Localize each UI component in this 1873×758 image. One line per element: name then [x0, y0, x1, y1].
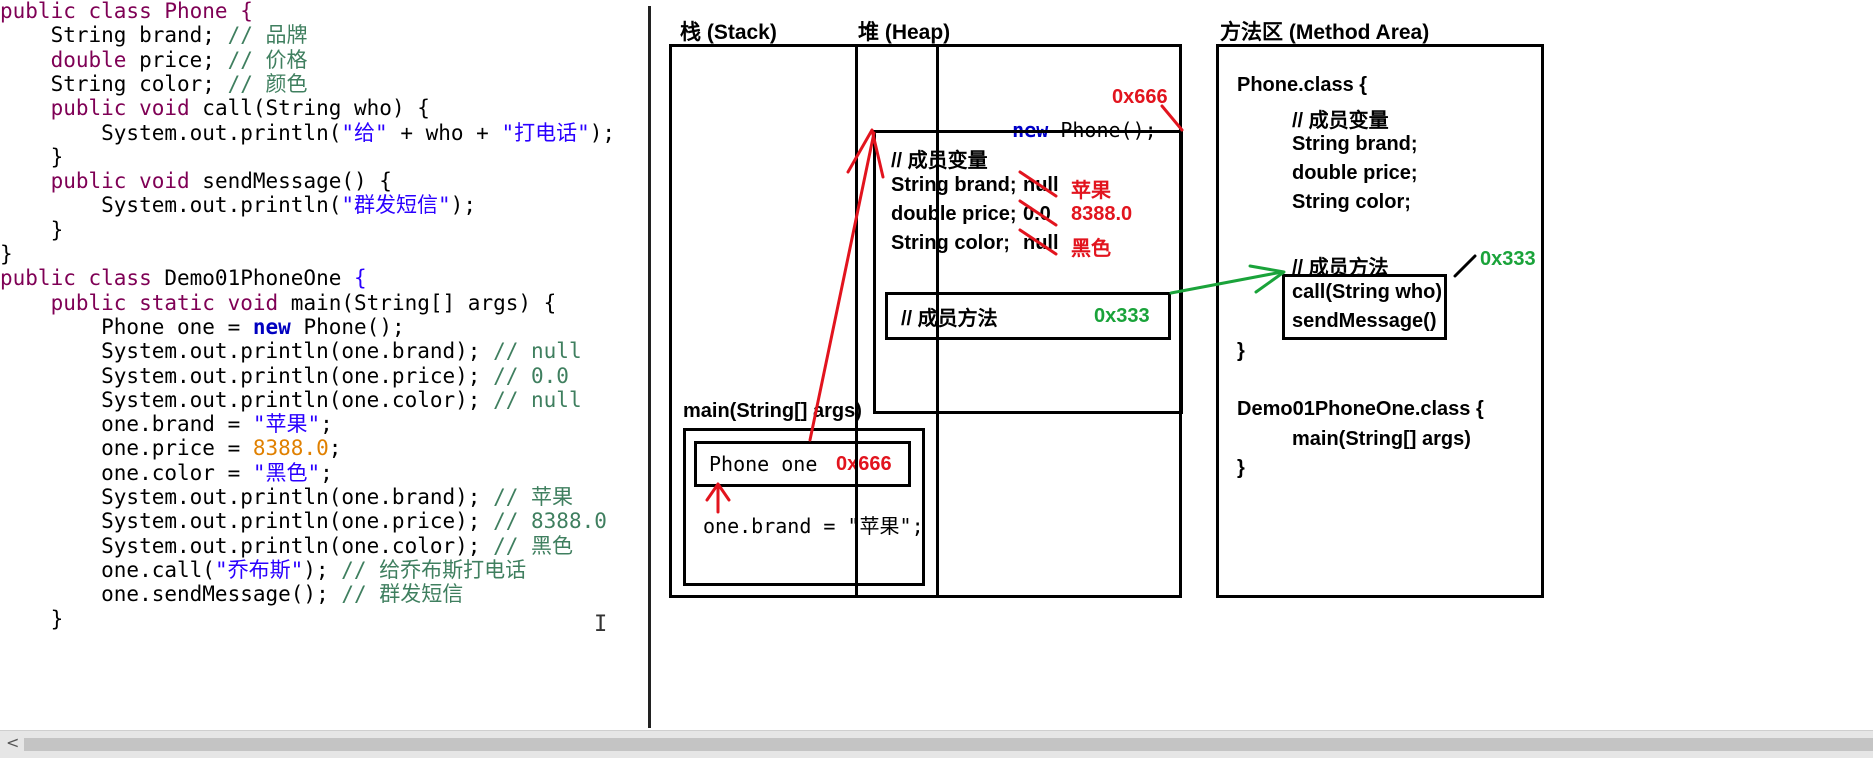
code-token: ;: [320, 412, 333, 437]
code-token: }: [0, 217, 64, 242]
strike-color: [1018, 228, 1058, 256]
strike-brand: [1018, 170, 1058, 198]
reference-arrow-line: [808, 131, 876, 442]
code-token: "黑色": [252, 460, 321, 485]
code-token: System.out.println(: [0, 120, 342, 145]
code-token: }: [0, 144, 64, 169]
code-token: }: [0, 242, 13, 266]
code-token: "群发短信": [341, 193, 451, 218]
code-token: // 0.0: [493, 363, 569, 388]
code-token: // 给乔布斯打电话: [341, 557, 527, 582]
code-token: double: [0, 47, 127, 72]
code-line: }: [0, 605, 64, 634]
code-token: public class Phone {: [0, 0, 253, 23]
code-token: public static void: [0, 290, 279, 315]
code-editor[interactable]: public class Phone { String brand; // 品牌…: [0, 0, 648, 730]
code-token: // 苹果: [493, 485, 574, 509]
code-token: System.out.println(one.color);: [0, 387, 494, 412]
code-token: call(String who) {: [189, 96, 430, 121]
code-token: "给": [341, 120, 388, 145]
code-token: // 黑色: [493, 533, 574, 558]
code-token: // 品牌: [227, 23, 308, 48]
code-token: one.sendMessage();: [0, 582, 342, 607]
code-token: // 8388.0: [493, 509, 607, 534]
scroll-thumb[interactable]: [24, 738, 1873, 751]
code-line: System.out.println("群发短信");: [0, 191, 476, 220]
code-token: one.color =: [0, 460, 253, 485]
diagram-arrows: [705, 104, 1477, 514]
code-token: System.out.println(one.brand);: [0, 485, 494, 509]
code-line: one.sendMessage(); // 群发短信: [0, 580, 463, 609]
code-token: one.price =: [0, 436, 253, 461]
strike-price: [1018, 199, 1058, 227]
code-token: // 群发短信: [341, 582, 464, 607]
code-token: );: [589, 120, 616, 145]
horizontal-scrollbar[interactable]: <: [0, 730, 1873, 758]
address-tick: [1160, 104, 1184, 132]
code-token: String color;: [0, 71, 228, 96]
code-token: // null: [493, 387, 582, 412]
code-token: new: [252, 314, 291, 339]
text-cursor-icon: I: [594, 612, 608, 637]
code-token: );: [303, 557, 342, 582]
memory-diagram: 栈 (Stack) main(String[] args) Phone one …: [651, 0, 1873, 730]
scroll-left-icon[interactable]: <: [6, 733, 19, 752]
code-token: );: [450, 193, 476, 218]
code-token: System.out.println(: [0, 193, 342, 218]
code-token: one.brand =: [0, 412, 253, 437]
code-token: // null: [493, 339, 582, 364]
code-token: ;: [328, 436, 342, 461]
code-token: ;: [320, 460, 333, 485]
code-token: public void: [0, 96, 190, 121]
code-token: price;: [126, 47, 228, 72]
code-token: System.out.println(one.brand);: [0, 339, 494, 364]
code-token: // 颜色: [227, 71, 308, 96]
code-token: {: [354, 266, 367, 291]
method-ref-arrow-line: [1169, 270, 1284, 295]
code-token: "乔布斯": [214, 557, 304, 582]
code-token: "打电话": [501, 120, 590, 145]
code-token: String brand;: [0, 23, 228, 48]
code-token: public void: [0, 169, 190, 194]
code-token: "苹果": [252, 412, 321, 437]
code-token: 8388.0: [252, 436, 329, 461]
code-token: }: [0, 606, 64, 631]
code-token: // 价格: [227, 47, 308, 72]
code-token: Phone one =: [0, 314, 253, 339]
code-token: System.out.println(one.price);: [0, 509, 494, 534]
code-token: Phone();: [290, 314, 405, 339]
code-token: Demo01PhoneOne: [151, 266, 355, 291]
code-token: one.call(: [0, 557, 215, 582]
code-token: + who +: [387, 120, 502, 145]
code-token: main(String[] args) {: [278, 290, 557, 315]
method-area-tick: [1453, 254, 1477, 278]
code-line: System.out.println("给" + who + "打电话");: [0, 119, 615, 148]
code-token: System.out.println(one.color);: [0, 533, 494, 558]
method-ref-arrowhead-icon: [1248, 264, 1286, 294]
code-token: sendMessage() {: [189, 169, 392, 194]
code-token: public class: [0, 266, 152, 291]
code-token: System.out.println(one.price);: [0, 363, 494, 388]
